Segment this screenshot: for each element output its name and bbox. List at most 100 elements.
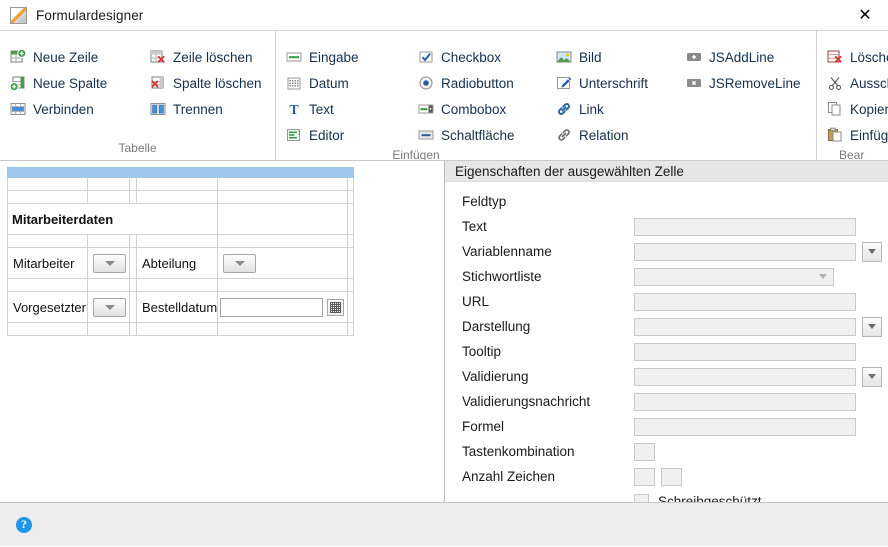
- validierung-dropdown-button[interactable]: [862, 366, 882, 387]
- table-cell[interactable]: [87, 234, 130, 248]
- ribbon-item-ausschneiden[interactable]: Aussch: [817, 70, 888, 96]
- variablenname-input[interactable]: [634, 242, 856, 261]
- label-cell-abteilung[interactable]: Abteilung: [136, 247, 218, 279]
- table-cell[interactable]: [7, 234, 88, 248]
- formel-input[interactable]: [634, 417, 856, 436]
- ribbon-item-checkbox[interactable]: Checkbox: [408, 44, 546, 70]
- table-cell[interactable]: [217, 190, 348, 204]
- table-cell[interactable]: [7, 322, 88, 336]
- table-cell[interactable]: [129, 234, 137, 248]
- table-row[interactable]: [7, 278, 355, 292]
- ribbon-item-text[interactable]: T Text: [276, 96, 408, 122]
- table-row[interactable]: [7, 177, 355, 191]
- table-cell[interactable]: [136, 190, 218, 204]
- table-cell[interactable]: [217, 177, 348, 191]
- calendar-picker-icon[interactable]: [327, 298, 344, 316]
- table-cell[interactable]: [129, 190, 137, 204]
- combobox-cell-vorgesetzter[interactable]: [87, 291, 130, 323]
- ribbon-item-schaltflaeche[interactable]: Schaltfläche: [408, 122, 546, 148]
- table-row[interactable]: Vorgesetzter Bestelldatum: [7, 291, 355, 323]
- ribbon-item-zeile-loeschen[interactable]: Zeile löschen: [140, 44, 275, 70]
- help-icon[interactable]: ?: [16, 516, 32, 533]
- ribbon-item-spalte-loeschen[interactable]: Spalte löschen: [140, 70, 275, 96]
- ribbon-item-unterschrift[interactable]: Unterschrift: [546, 70, 676, 96]
- table-cell[interactable]: [346, 177, 355, 191]
- table-cell[interactable]: [87, 190, 130, 204]
- label-cell-mitarbeiter[interactable]: Mitarbeiter: [7, 247, 88, 279]
- table-cell[interactable]: [217, 234, 348, 248]
- table-cell[interactable]: [129, 291, 137, 323]
- table-cell[interactable]: [346, 203, 355, 235]
- schreibgeschuetzt-checkbox[interactable]: [634, 494, 649, 502]
- ribbon-item-neue-spalte[interactable]: Neue Spalte: [0, 70, 140, 96]
- ribbon-item-link[interactable]: Link: [546, 96, 676, 122]
- table-cell[interactable]: [129, 322, 137, 336]
- tastenkombination-input[interactable]: [634, 442, 655, 461]
- close-icon[interactable]: ✕: [842, 0, 888, 30]
- table-cell[interactable]: [346, 322, 355, 336]
- label-cell-vorgesetzter[interactable]: Vorgesetzter: [7, 291, 88, 323]
- table-cell[interactable]: [136, 234, 218, 248]
- anzahl-zeichen-max-input[interactable]: [661, 467, 682, 486]
- table-cell[interactable]: [87, 322, 130, 336]
- darstellung-input[interactable]: [634, 317, 856, 336]
- ribbon-item-jsremoveline[interactable]: JSRemoveLine: [676, 70, 816, 96]
- ribbon-item-relation[interactable]: Relation: [546, 122, 676, 148]
- table-cell[interactable]: [136, 177, 218, 191]
- anzahl-zeichen-min-input[interactable]: [634, 467, 655, 486]
- validierungsnachricht-input[interactable]: [634, 392, 856, 411]
- form-designer-canvas[interactable]: Mitarbeiterdaten Mitarbeiter Abteilung V…: [0, 161, 445, 502]
- table-cell[interactable]: [217, 278, 348, 292]
- table-cell[interactable]: [129, 177, 137, 191]
- ribbon-item-kopieren[interactable]: Kopier: [817, 96, 888, 122]
- table-cell[interactable]: [129, 278, 137, 292]
- text-input[interactable]: [634, 217, 856, 236]
- stichwortliste-dropdown[interactable]: [634, 267, 834, 286]
- table-cell[interactable]: [87, 177, 130, 191]
- variablenname-dropdown-button[interactable]: [862, 241, 882, 262]
- table-cell[interactable]: [217, 322, 348, 336]
- table-row[interactable]: Mitarbeiterdaten: [7, 203, 355, 235]
- ribbon-item-loeschen[interactable]: Lösche: [817, 44, 888, 70]
- table-cell[interactable]: [87, 278, 130, 292]
- bestelldatum-input[interactable]: [220, 297, 323, 317]
- table-row[interactable]: [7, 234, 355, 248]
- vorgesetzter-dropdown[interactable]: [93, 297, 126, 317]
- table-cell[interactable]: [7, 190, 88, 204]
- date-cell-bestelldatum[interactable]: [217, 291, 348, 323]
- label-cell-bestelldatum[interactable]: Bestelldatum: [136, 291, 218, 323]
- combobox-cell-mitarbeiter[interactable]: [87, 247, 130, 279]
- ribbon-item-radiobutton[interactable]: Radiobutton: [408, 70, 546, 96]
- ribbon-item-verbinden[interactable]: Verbinden: [0, 96, 140, 122]
- selection-bar-cell[interactable]: [6, 167, 355, 178]
- ribbon-item-combobox[interactable]: Combobox: [408, 96, 546, 122]
- table-cell[interactable]: [7, 177, 88, 191]
- table-cell[interactable]: [346, 278, 355, 292]
- form-heading-cell[interactable]: Mitarbeiterdaten: [7, 203, 218, 235]
- validierung-input[interactable]: [634, 367, 856, 386]
- table-cell[interactable]: [346, 291, 355, 323]
- ribbon-item-editor[interactable]: Editor: [276, 122, 408, 148]
- table-row[interactable]: [7, 322, 355, 336]
- ribbon-item-neue-zeile[interactable]: Neue Zeile: [0, 44, 140, 70]
- tooltip-input[interactable]: [634, 342, 856, 361]
- ribbon-item-bild[interactable]: Bild: [546, 44, 676, 70]
- ribbon-item-einfuegen-clip[interactable]: Einfüg: [817, 122, 888, 148]
- ribbon-item-trennen[interactable]: Trennen: [140, 96, 275, 122]
- table-row[interactable]: [7, 190, 355, 204]
- abteilung-dropdown[interactable]: [223, 253, 256, 273]
- ribbon-item-jsaddline[interactable]: JSAddLine: [676, 44, 816, 70]
- table-row[interactable]: Mitarbeiter Abteilung: [7, 247, 355, 279]
- darstellung-dropdown-button[interactable]: [862, 316, 882, 337]
- table-cell[interactable]: [129, 247, 137, 279]
- table-cell[interactable]: [346, 190, 355, 204]
- ribbon-item-eingabe[interactable]: Eingabe: [276, 44, 408, 70]
- table-cell[interactable]: [136, 322, 218, 336]
- url-input[interactable]: [634, 292, 856, 311]
- table-cell[interactable]: [346, 234, 355, 248]
- mitarbeiter-dropdown[interactable]: [93, 253, 126, 273]
- ribbon-item-datum[interactable]: Datum: [276, 70, 408, 96]
- table-cell[interactable]: [7, 278, 88, 292]
- table-cell[interactable]: [217, 203, 348, 235]
- table-cell[interactable]: [346, 247, 355, 279]
